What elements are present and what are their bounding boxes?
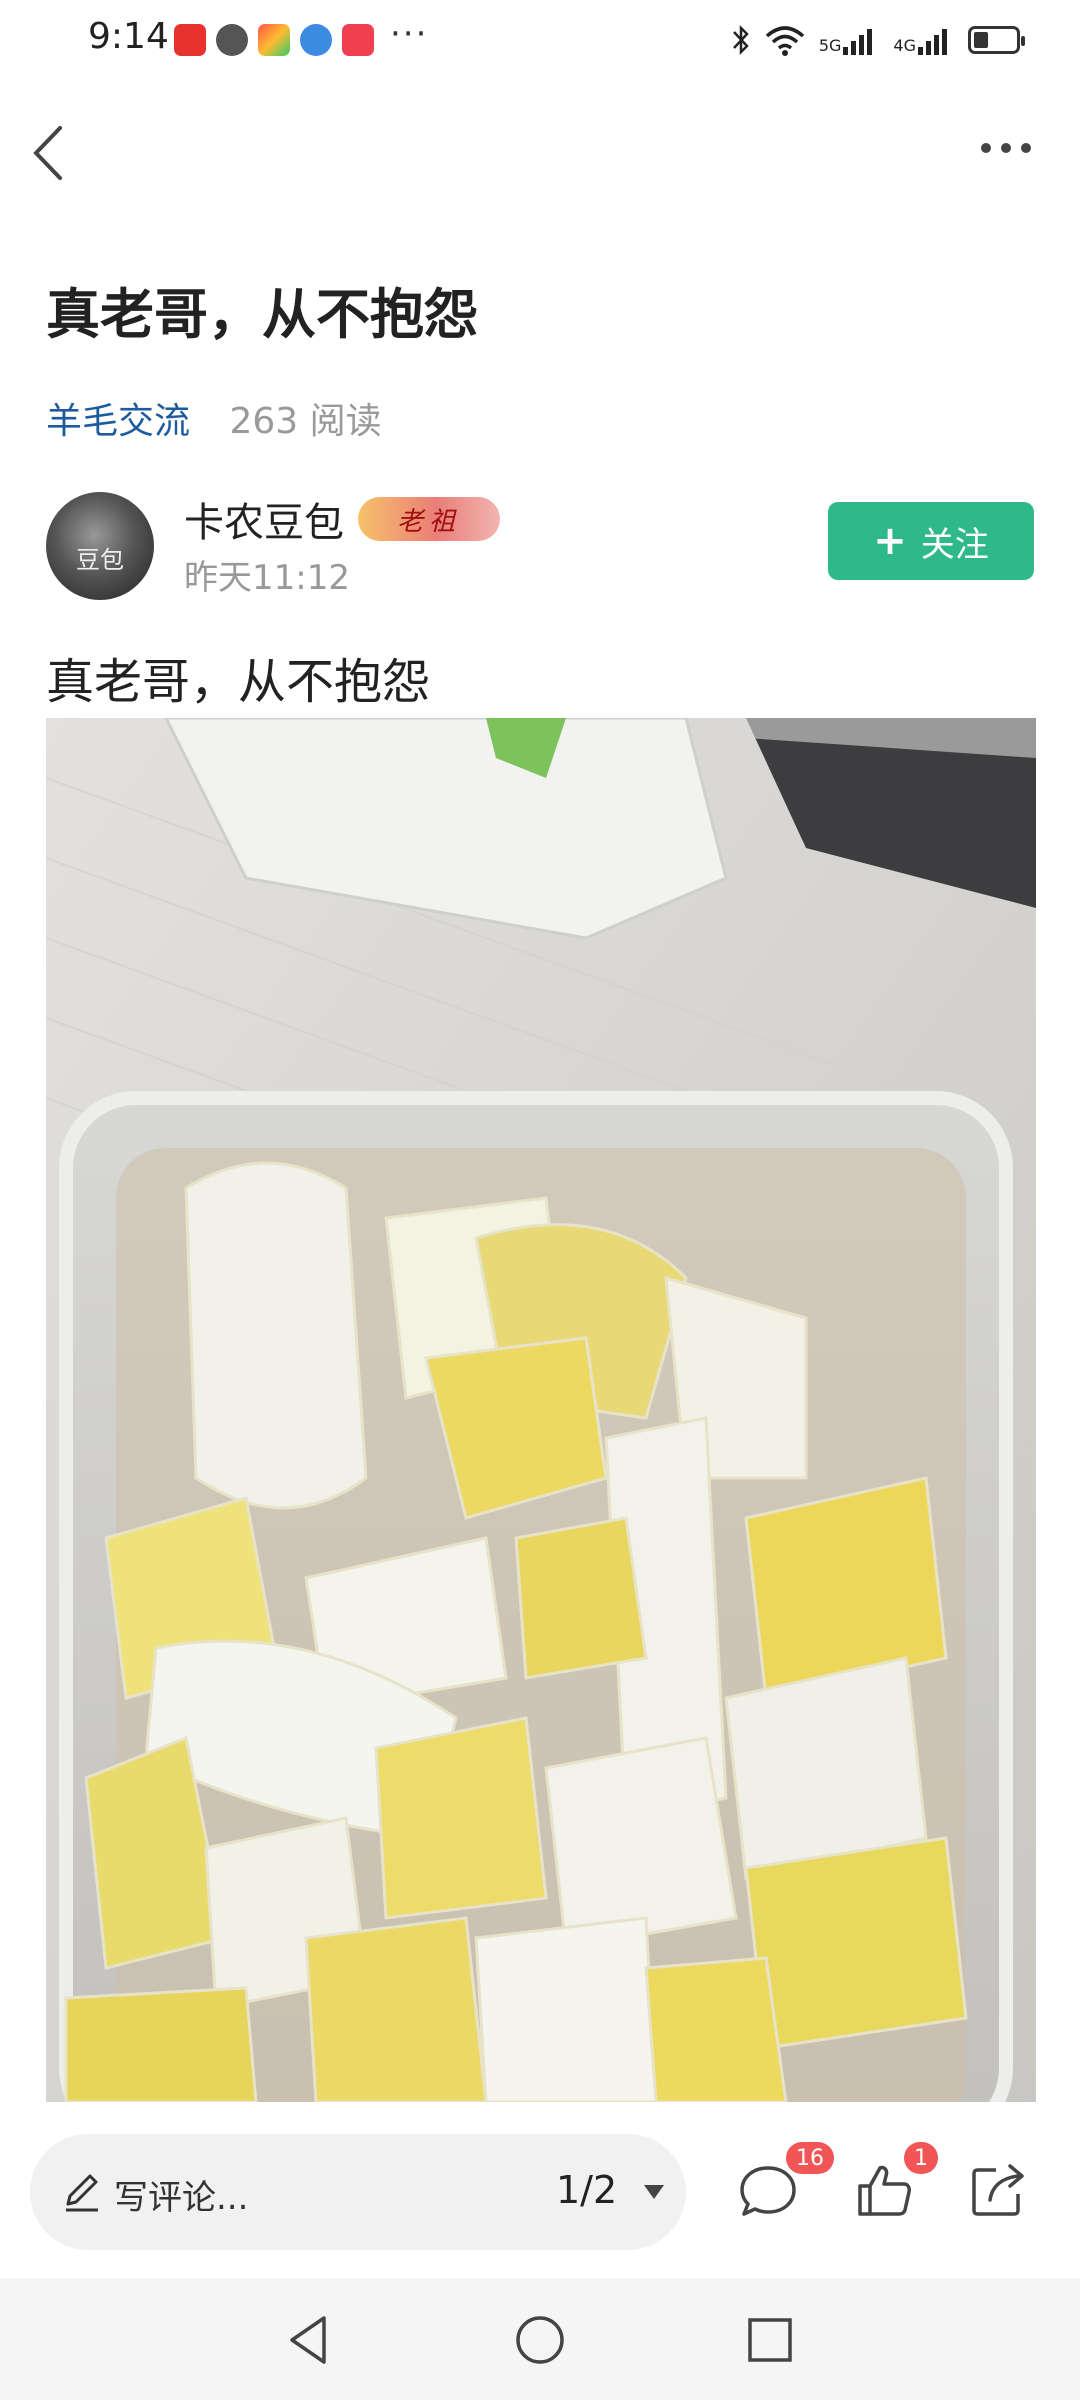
network-5g-label: 5G	[818, 36, 842, 55]
caret-down-icon[interactable]	[642, 2182, 666, 2202]
post-title: 真老哥，从不抱怨	[46, 283, 478, 346]
status-right: 5G 4G	[731, 18, 1025, 62]
post-time: 昨天11:12	[184, 558, 350, 598]
read-count: 263 阅读	[229, 401, 382, 442]
author-badge: 老祖	[358, 497, 500, 541]
bluetooth-icon	[732, 24, 749, 56]
wifi-icon	[765, 26, 805, 56]
author-name[interactable]: 卡农豆包	[184, 490, 344, 548]
follow-label: 关注	[920, 524, 989, 565]
more-icon[interactable]	[976, 128, 1036, 168]
comment-placeholder[interactable]: 写评论...	[114, 2170, 248, 2219]
battery-fill	[974, 32, 988, 48]
share-icon[interactable]	[966, 2158, 1030, 2222]
follow-button[interactable]: + 关注	[828, 502, 1034, 580]
comment-count-badge: 16	[786, 2142, 834, 2174]
browser-icon	[300, 24, 332, 56]
page-indicator[interactable]: 1/2	[556, 2168, 617, 2212]
circle-link[interactable]: 羊毛交流	[46, 401, 190, 442]
nav-recents-icon[interactable]	[742, 2312, 798, 2368]
signal-icon	[843, 29, 873, 55]
toutiao-icon	[174, 24, 206, 56]
status-bar: 9:14 ··· 5G 4G	[0, 0, 1080, 80]
post-body: 真老哥，从不抱怨	[46, 654, 431, 710]
message-icon	[216, 24, 248, 56]
author-row: 卡农豆包 老祖	[184, 490, 500, 548]
avatar[interactable]: 豆包	[46, 492, 154, 600]
huawei-icon	[342, 24, 374, 56]
more-notifications-icon: ···	[390, 14, 429, 54]
plus-icon: +	[873, 518, 907, 564]
back-icon[interactable]	[24, 118, 74, 188]
post-meta: 羊毛交流 263 阅读	[46, 392, 382, 444]
battery-icon	[968, 26, 1025, 54]
status-time: 9:14	[88, 16, 169, 57]
store-icon	[258, 24, 290, 56]
like-count-badge: 1	[904, 2142, 938, 2174]
nav-home-icon[interactable]	[512, 2312, 568, 2368]
signal-icon	[918, 29, 947, 55]
pencil-icon	[66, 2174, 98, 2212]
avatar-text: 豆包	[76, 546, 124, 574]
cabbage-photo	[46, 718, 1036, 2102]
network-4g-label: 4G	[893, 36, 916, 55]
post-image[interactable]	[46, 718, 1036, 2102]
nav-back-icon[interactable]	[282, 2312, 338, 2368]
